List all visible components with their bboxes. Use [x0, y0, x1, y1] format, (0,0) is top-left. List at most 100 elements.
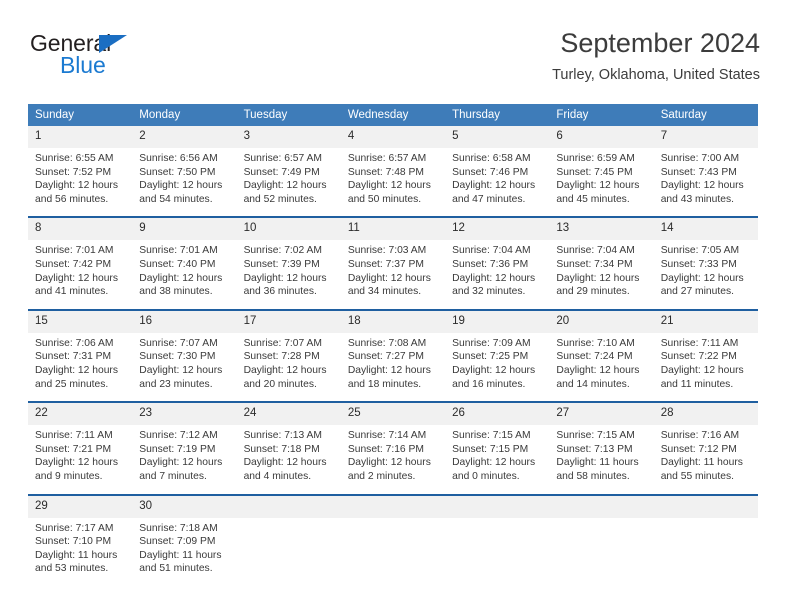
calendar-day-cell[interactable]: 1 Sunrise: 6:55 AM Sunset: 7:52 PM Daylight… [28, 126, 133, 216]
day-details: Sunrise: 7:15 AM Sunset: 7:15 PM Daylight:… [445, 425, 549, 493]
calendar-day-cell[interactable]: 18 Sunrise: 7:08 AM Sunset: 7:27 PM Dayligh… [340, 310, 446, 401]
sunset-text: Sunset: 7:10 PM [35, 536, 112, 548]
sunset-text: Sunset: 7:25 PM [452, 351, 529, 363]
calendar-day-cell[interactable]: 26 Sunrise: 7:15 AM Sunset: 7:15 PM Dayligh… [445, 403, 550, 493]
daylight-text-line2: and 38 minutes. [139, 286, 213, 298]
calendar-day-cell[interactable]: 25 Sunrise: 7:14 AM Sunset: 7:16 PM Dayligh… [340, 403, 446, 493]
daylight-text-line1: Daylight: 12 hours [35, 180, 118, 192]
calendar-day-cell[interactable]: 16 Sunrise: 7:07 AM Sunset: 7:30 PM Dayligh… [132, 310, 237, 401]
daylight-text-line2: and 41 minutes. [35, 286, 109, 298]
daylight-text-line1: Daylight: 12 hours [347, 364, 431, 376]
day-details [341, 518, 445, 580]
calendar-day-cell[interactable]: 30 Sunrise: 7:18 AM Sunset: 7:09 PM Dayligh… [132, 495, 237, 586]
calendar-day-cell[interactable]: 20 Sunrise: 7:10 AM Sunset: 7:24 PM Dayligh… [549, 310, 654, 401]
sunset-text: Sunset: 7:24 PM [556, 351, 633, 363]
sunset-text: Sunset: 7:48 PM [347, 166, 424, 178]
weekday-header-sunday: Sunday [28, 104, 133, 126]
calendar-day-cell[interactable]: 5 Sunrise: 6:58 AM Sunset: 7:46 PM Daylight… [445, 126, 550, 216]
calendar-day-cell[interactable]: 24 Sunrise: 7:13 AM Sunset: 7:18 PM Dayligh… [236, 403, 341, 493]
sunrise-text: Sunrise: 6:59 AM [556, 153, 635, 164]
day-number [236, 495, 341, 518]
sunset-text: Sunset: 7:19 PM [139, 443, 216, 455]
daylight-text-line1: Daylight: 11 hours [35, 549, 118, 561]
day-number: 11 [340, 218, 446, 241]
daylight-text-line2: and 58 minutes. [556, 470, 630, 482]
day-details: Sunrise: 7:17 AM Sunset: 7:10 PM Daylight:… [28, 518, 132, 586]
weekday-header-saturday: Saturday [653, 104, 758, 126]
sunrise-text: Sunrise: 7:02 AM [243, 245, 322, 257]
sunrise-text: Sunrise: 7:05 AM [660, 245, 740, 257]
sunrise-text: Sunrise: 7:15 AM [452, 430, 531, 442]
calendar-day-cell[interactable]: 19 Sunrise: 7:09 AM Sunset: 7:25 PM Dayligh… [445, 310, 550, 401]
daylight-text-line1: Daylight: 12 hours [347, 180, 431, 192]
calendar-body: 1 Sunrise: 6:55 AM Sunset: 7:52 PM Daylight… [28, 126, 758, 586]
sunset-text: Sunset: 7:30 PM [139, 351, 216, 363]
calendar-day-cell[interactable]: 10 Sunrise: 7:02 AM Sunset: 7:39 PM Dayligh… [236, 218, 341, 308]
daylight-text-line1: Daylight: 12 hours [243, 457, 327, 469]
daylight-text-line2: and 55 minutes. [660, 470, 734, 482]
sunrise-text: Sunrise: 7:01 AM [35, 245, 114, 257]
day-number: 6 [549, 126, 654, 148]
calendar-day-cell[interactable]: 15 Sunrise: 7:06 AM Sunset: 7:31 PM Dayligh… [28, 310, 133, 401]
daylight-text-line1: Daylight: 12 hours [243, 364, 327, 376]
calendar-day-cell[interactable]: 28 Sunrise: 7:16 AM Sunset: 7:12 PM Dayligh… [653, 403, 758, 493]
calendar-day-cell[interactable]: 9 Sunrise: 7:01 AM Sunset: 7:40 PM Daylight… [132, 218, 237, 308]
sunrise-text: Sunrise: 7:07 AM [243, 337, 322, 349]
calendar-day-cell[interactable]: 11 Sunrise: 7:03 AM Sunset: 7:37 PM Dayligh… [340, 218, 446, 308]
daylight-text-line1: Daylight: 12 hours [139, 457, 223, 469]
calendar-day-cell[interactable]: 21 Sunrise: 7:11 AM Sunset: 7:22 PM Dayligh… [653, 310, 758, 401]
calendar-day-cell[interactable]: 6 Sunrise: 6:59 AM Sunset: 7:45 PM Daylight… [549, 126, 654, 216]
calendar-day-cell[interactable]: 13 Sunrise: 7:04 AM Sunset: 7:34 PM Dayligh… [549, 218, 654, 308]
sunrise-text: Sunrise: 7:17 AM [35, 522, 114, 534]
day-number [653, 495, 758, 518]
logo-text-blue: Blue [60, 52, 106, 78]
day-number: 12 [445, 218, 550, 241]
day-number: 21 [653, 310, 758, 333]
daylight-text-line1: Daylight: 12 hours [556, 364, 640, 376]
day-number: 10 [236, 218, 341, 241]
daylight-text-line1: Daylight: 12 hours [347, 272, 431, 284]
sunset-text: Sunset: 7:12 PM [660, 443, 737, 455]
calendar-day-cell[interactable]: 23 Sunrise: 7:12 AM Sunset: 7:19 PM Dayligh… [132, 403, 237, 493]
calendar-day-cell[interactable]: 17 Sunrise: 7:07 AM Sunset: 7:28 PM Dayligh… [236, 310, 341, 401]
calendar-day-cell[interactable]: 7 Sunrise: 7:00 AM Sunset: 7:43 PM Daylight… [653, 126, 758, 216]
sunrise-text: Sunrise: 6:57 AM [347, 153, 427, 164]
day-details: Sunrise: 7:18 AM Sunset: 7:09 PM Daylight:… [132, 518, 236, 586]
day-number: 29 [28, 495, 133, 518]
day-details: Sunrise: 7:03 AM Sunset: 7:37 PM Daylight:… [341, 240, 445, 308]
day-details [445, 518, 549, 580]
calendar-day-cell[interactable]: 14 Sunrise: 7:05 AM Sunset: 7:33 PM Dayligh… [653, 218, 758, 308]
daylight-text-line1: Daylight: 12 hours [35, 457, 118, 469]
calendar-day-cell[interactable]: 29 Sunrise: 7:17 AM Sunset: 7:10 PM Dayligh… [28, 495, 133, 586]
sunset-text: Sunset: 7:31 PM [35, 351, 112, 363]
calendar-day-cell[interactable]: 3 Sunrise: 6:57 AM Sunset: 7:49 PM Daylight… [236, 126, 341, 216]
calendar-day-cell[interactable]: 8 Sunrise: 7:01 AM Sunset: 7:42 PM Daylight… [28, 218, 133, 308]
calendar-day-cell[interactable]: 22 Sunrise: 7:11 AM Sunset: 7:21 PM Dayligh… [28, 403, 133, 493]
day-details: Sunrise: 6:59 AM Sunset: 7:45 PM Daylight:… [549, 148, 653, 216]
calendar-day-cell[interactable]: 2 Sunrise: 6:56 AM Sunset: 7:50 PM Daylight… [132, 126, 237, 216]
sunset-text: Sunset: 7:49 PM [243, 166, 320, 178]
weekday-header-thursday: Thursday [445, 104, 550, 126]
day-details [549, 518, 653, 580]
day-details: Sunrise: 7:07 AM Sunset: 7:28 PM Daylight:… [237, 333, 341, 401]
sunset-text: Sunset: 7:16 PM [347, 443, 424, 455]
daylight-text-line1: Daylight: 12 hours [347, 457, 431, 469]
daylight-text-line1: Daylight: 12 hours [660, 180, 744, 192]
daylight-text-line1: Daylight: 12 hours [556, 180, 640, 192]
page-header: General Blue September 2024 Turley, Okla… [28, 26, 760, 98]
day-number: 26 [445, 403, 550, 426]
sunrise-text: Sunrise: 7:07 AM [139, 337, 218, 349]
sunset-text: Sunset: 7:33 PM [660, 258, 737, 270]
calendar-day-cell[interactable]: 27 Sunrise: 7:15 AM Sunset: 7:13 PM Dayligh… [549, 403, 654, 493]
calendar-day-cell[interactable]: 4 Sunrise: 6:57 AM Sunset: 7:48 PM Daylight… [340, 126, 446, 216]
calendar-empty-cell [549, 495, 654, 586]
sunrise-text: Sunrise: 7:04 AM [556, 245, 635, 257]
daylight-text-line2: and 9 minutes. [35, 470, 103, 482]
day-details: Sunrise: 7:15 AM Sunset: 7:13 PM Daylight:… [549, 425, 653, 493]
sunset-text: Sunset: 7:13 PM [556, 443, 633, 455]
general-blue-logo: General Blue [30, 32, 160, 84]
sunrise-text: Sunrise: 6:56 AM [139, 153, 218, 164]
sunset-text: Sunset: 7:42 PM [35, 258, 112, 270]
sunset-text: Sunset: 7:15 PM [452, 443, 529, 455]
calendar-day-cell[interactable]: 12 Sunrise: 7:04 AM Sunset: 7:36 PM Dayligh… [445, 218, 550, 308]
